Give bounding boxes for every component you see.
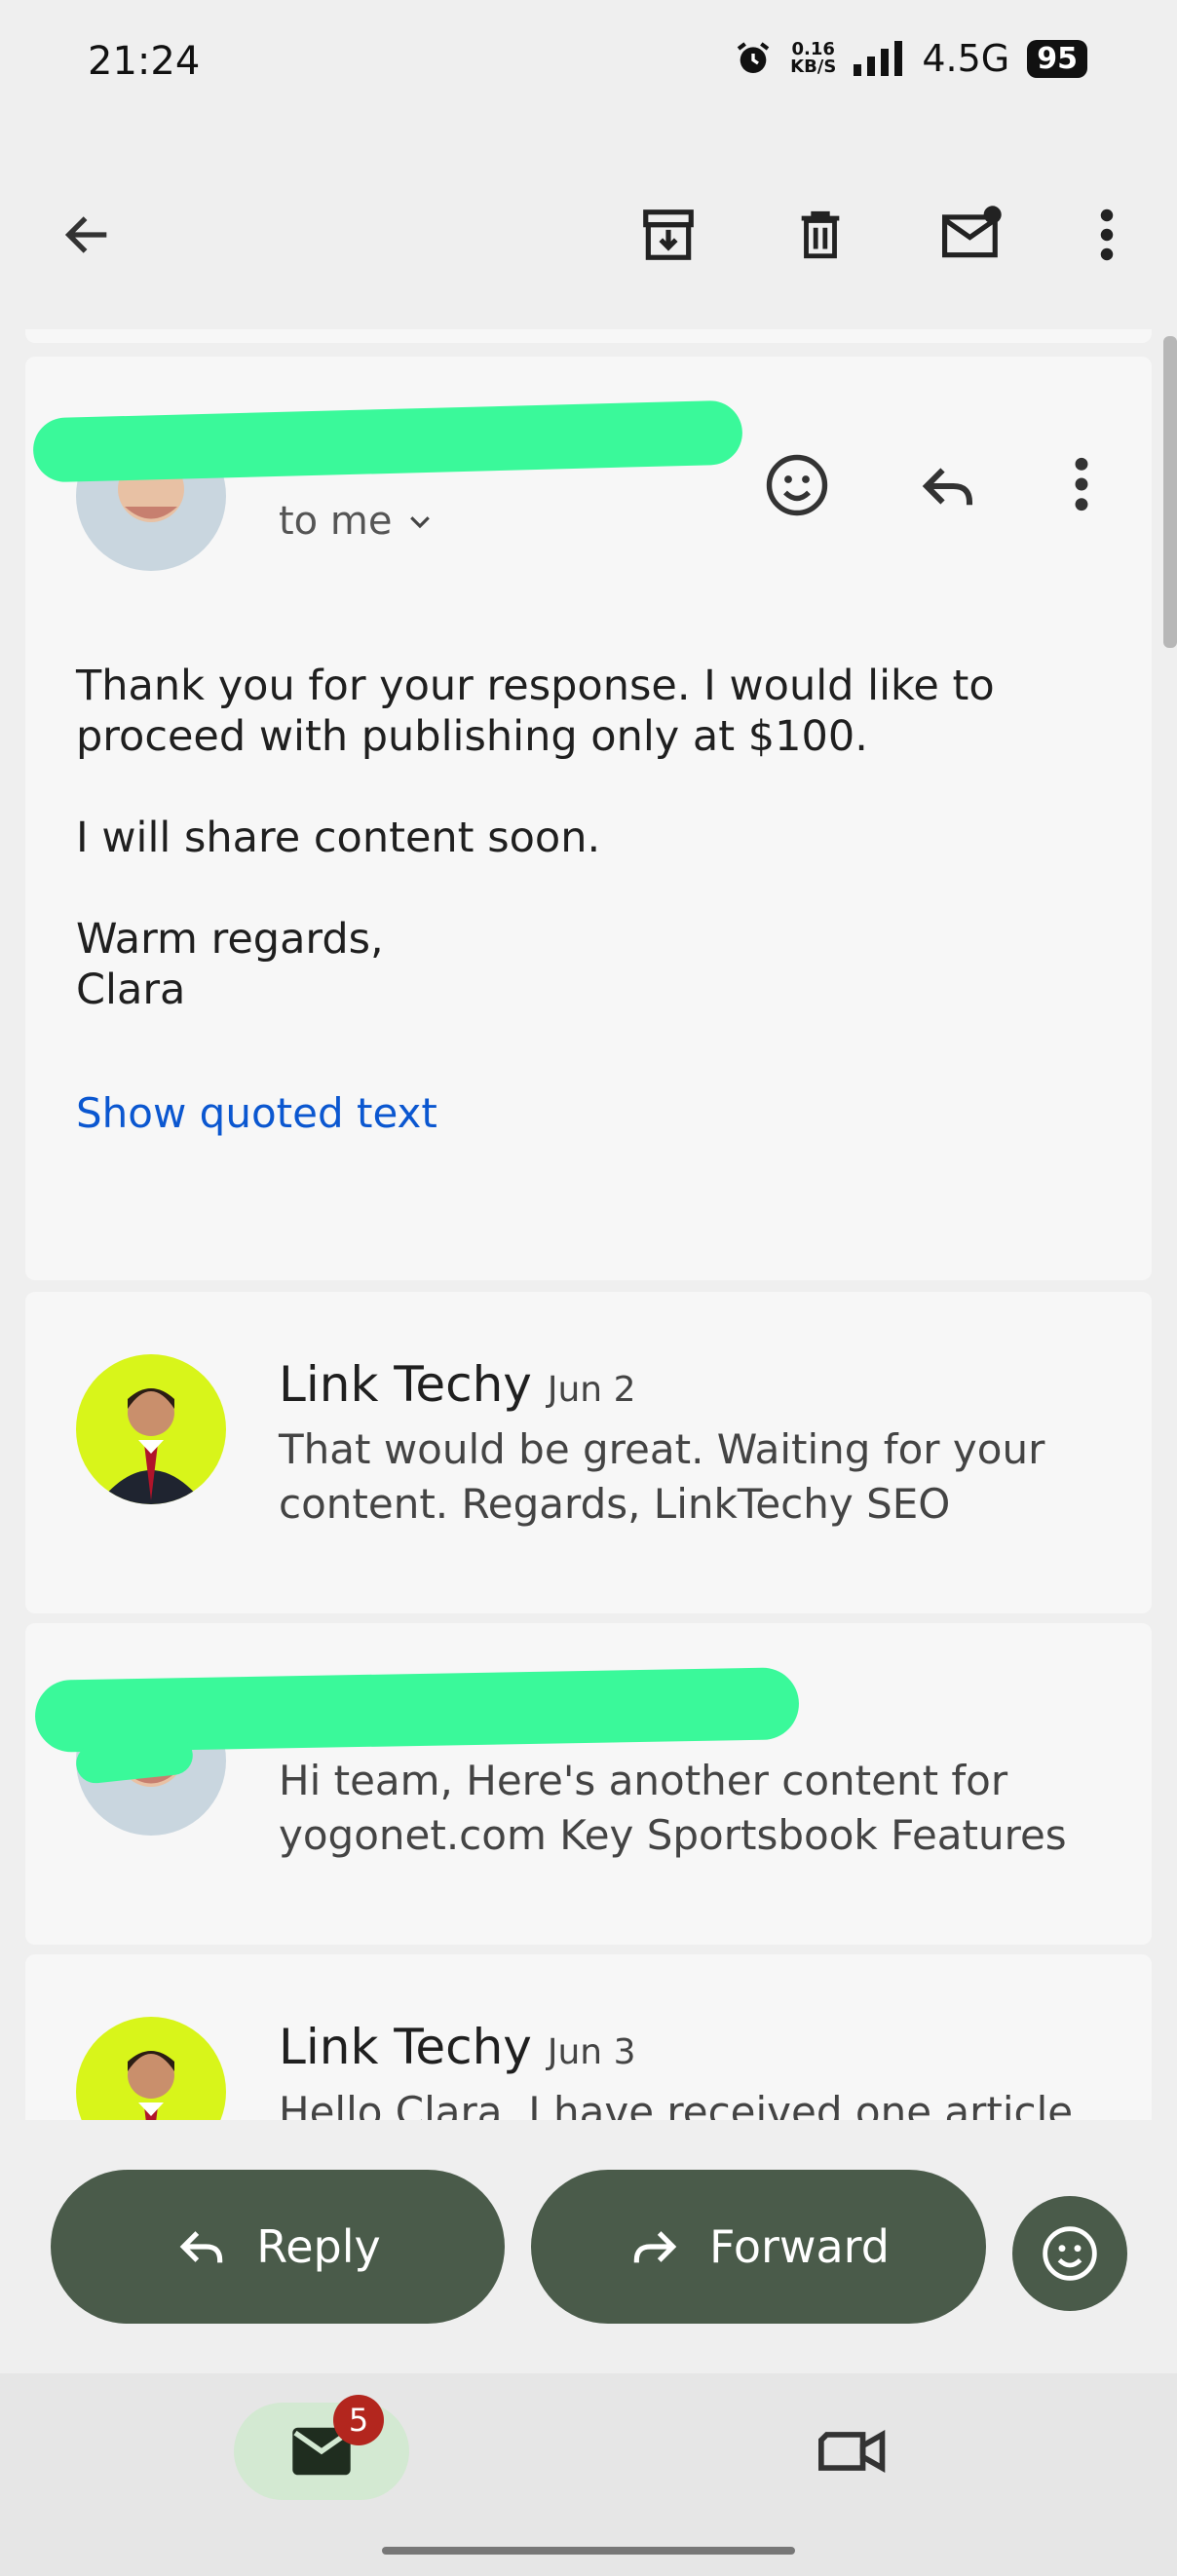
net-speed: 0.16 KB/S [790,39,837,77]
reply-icon [922,468,973,506]
forward-label: Forward [709,2220,890,2273]
message-snippet: Hello Clara, I have received one article [279,2088,1074,2120]
sender-name: Link Techy [279,1356,532,1413]
message-body: Thank you for your response. I would lik… [76,661,1099,1015]
more-vert-icon [1075,457,1088,511]
reply-label: Reply [256,2220,381,2273]
body-line: Clara [76,966,186,1014]
body-line: proceed with publishing only at $100. [76,712,868,761]
recipient-label: to me [279,499,393,544]
avatar[interactable] [76,1354,226,1504]
previous-message-edge [25,329,1152,343]
thread-item-header: Link Techy Jun 2 [279,1356,635,1413]
body-line: I will share content soon. [76,814,601,862]
message-snippet: That would be great. Waiting for your co… [279,1425,1045,1528]
archive-icon [643,209,694,260]
bottom-navigation [0,2373,1177,2576]
signal-icon [854,41,903,76]
show-quoted-text-link[interactable]: Show quoted text [76,1089,437,1137]
back-button[interactable] [53,200,123,270]
body-line: Thank you for your response. I would lik… [76,662,995,710]
network-type: 4.5G [922,37,1010,80]
message-more-button[interactable] [1072,454,1091,516]
forward-button[interactable]: Forward [531,2170,986,2324]
body-line [76,863,1099,914]
more-options-button[interactable] [1072,200,1142,270]
emoji-icon [1043,2226,1097,2281]
gesture-bar[interactable] [382,2547,795,2555]
forward-icon [633,2231,677,2263]
archive-button[interactable] [633,200,703,270]
trash-icon [801,210,840,259]
recipient-details[interactable]: to me [279,499,435,544]
message-date: Jun 3 [547,2032,636,2072]
reply-icon-button[interactable] [916,454,980,518]
scrollbar[interactable] [1163,336,1177,648]
alarm-icon [737,42,770,73]
emoji-icon [766,454,828,516]
nav-meet-tab[interactable] [818,2422,891,2481]
battery-indicator: 95 [1027,39,1087,78]
thread-item-header: Link Techy Jun 3 [279,2019,635,2075]
reply-icon [180,2231,223,2263]
more-vert-icon [1100,208,1114,261]
thread-item-clip: Link Techy Jun 3 Hello Clara, I have rece… [25,1954,1152,2120]
video-camera-icon [818,2430,886,2473]
add-reaction-button[interactable] [762,450,832,520]
arrow-left-icon [64,216,107,253]
body-line [76,762,1099,813]
reply-button[interactable]: Reply [51,2170,505,2324]
body-line: Warm regards, [76,915,384,964]
person-avatar-icon [97,1388,205,1504]
status-icons: 0.16 KB/S 4.5G 95 [734,37,1087,80]
react-button[interactable] [1012,2196,1127,2311]
sender-name: Link Techy [279,2019,532,2075]
status-time: 21:24 [88,39,201,84]
message-snippet: Hi team, Here's another content for yogo… [279,1757,1067,1859]
message-date: Jun 2 [547,1370,636,1410]
mail-unread-icon [942,206,1002,258]
delete-button[interactable] [785,200,855,270]
unread-count-badge: 5 [333,2395,384,2445]
chevron-down-icon [410,516,431,529]
mark-unread-button[interactable] [937,200,1007,270]
